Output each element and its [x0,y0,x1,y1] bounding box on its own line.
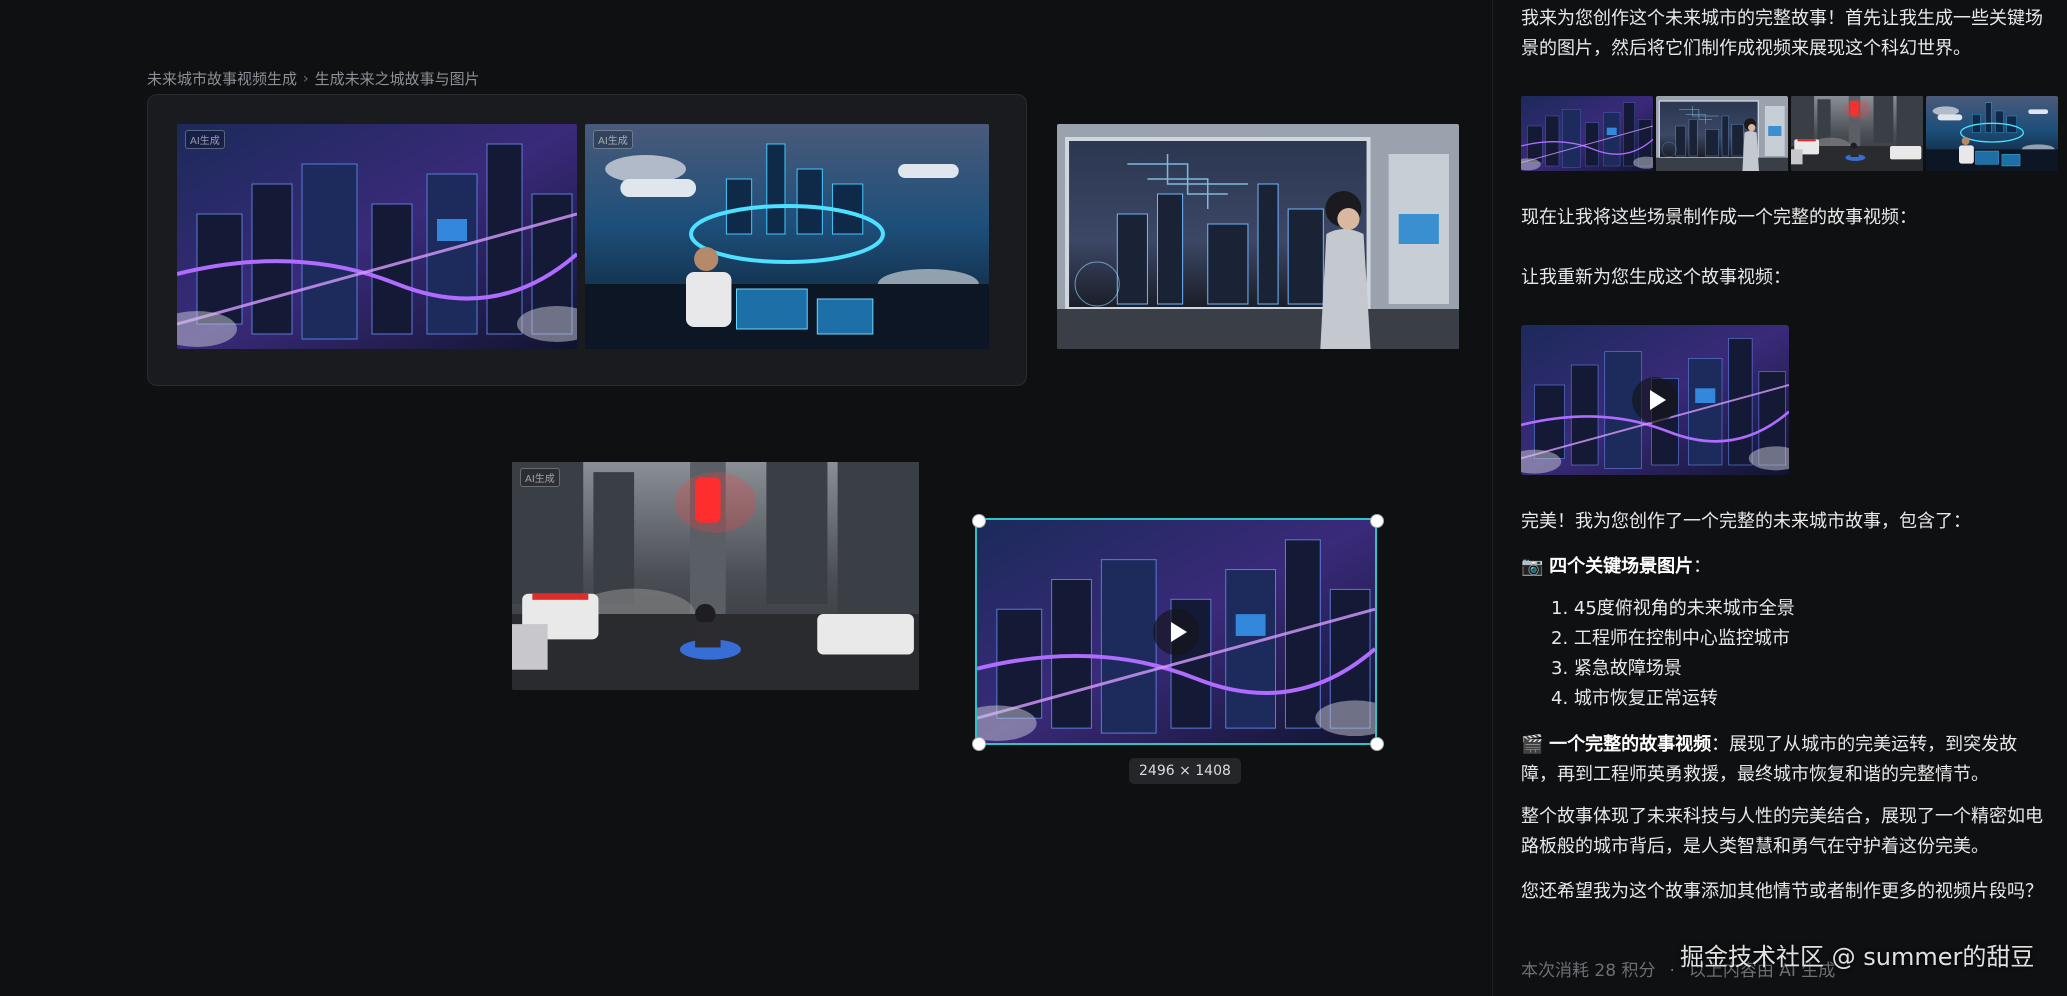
play-icon[interactable] [1153,609,1199,655]
resize-handle-bottom-left[interactable] [972,737,986,751]
breadcrumb-current: 生成未来之城故事与图片 [314,70,480,88]
generated-thumbnails [1521,96,2058,171]
thumbnail-city[interactable] [1521,96,1653,171]
chat-done: 完美！我为您创作了一个完整的未来城市故事，包含了： [1521,511,1971,532]
clapper-icon: 🎬 [1521,734,1544,755]
story-video-card[interactable] [1521,325,1789,475]
breadcrumb: 未来城市故事视频生成 › 生成未来之城故事与图片 [147,68,480,89]
list-item: 2. 工程师在控制中心监控城市 [1551,628,1790,649]
credit-cost: 本次消耗 28 积分 [1521,961,1656,981]
control-room-image[interactable]: AI生成 [585,124,989,349]
watermark: 掘金技术社区 @ summer的甜豆 [1680,943,2035,971]
city-aerial-image[interactable]: AI生成 [177,124,577,349]
thumbnail-control[interactable] [1926,96,2058,171]
observation-window-image[interactable] [1057,124,1459,349]
resize-handle-top-right[interactable] [1370,514,1384,528]
chat-summary: 整个故事体现了未来科技与人性的完美结合，展现了一个精密如电路板般的城市背后，是人… [1521,806,2043,857]
play-icon[interactable] [1632,377,1678,423]
ai-generated-tag: AI生成 [593,130,633,149]
resize-handle-bottom-right[interactable] [1370,737,1384,751]
ai-generated-tag: AI生成 [520,468,560,487]
thumbnail-emergency[interactable] [1791,96,1923,171]
chevron-right-icon: › [303,70,309,87]
scenes-title: 四个关键场景图片 [1549,556,1694,577]
canvas-area[interactable]: 未来城市故事视频生成 › 生成未来之城故事与图片 AI生成 AI生成 AI生成 … [0,0,1492,996]
list-item: 3. 紧急故障场景 [1551,658,1682,679]
video-summary: 🎬 一个完整的故事视频：展现了从城市的完美运转，到突发故障，再到工程师英勇救援，… [1521,730,2051,790]
resize-handle-top-left[interactable] [972,514,986,528]
emergency-street-image[interactable]: AI生成 [512,462,919,690]
scenes-list: 1. 45度俯视角的未来城市全景 2. 工程师在控制中心监控城市 3. 紧急故障… [1551,594,1795,714]
video-title: 一个完整的故事视频 [1549,734,1712,755]
breadcrumb-parent[interactable]: 未来城市故事视频生成 [147,68,297,89]
chat-question: 您还希望我为这个故事添加其他情节或者制作更多的视频片段吗？ [1521,881,2043,902]
selected-video-clip[interactable] [975,518,1377,745]
chat-make-video: 现在让我将这些场景制作成一个完整的故事视频： [1521,207,1917,228]
chat-intro: 我来为您创作这个未来城市的完整故事！首先让我生成一些关键场景的图片，然后将它们制… [1521,8,2043,59]
camera-icon: 📷 [1521,556,1544,577]
ai-generated-tag: AI生成 [185,130,225,149]
chat-regenerate: 让我重新为您生成这个故事视频： [1521,267,1791,288]
list-item: 4. 城市恢复正常运转 [1551,688,1718,709]
list-item: 1. 45度俯视角的未来城市全景 [1551,598,1795,619]
scenes-heading: 📷 四个关键场景图片： [1521,556,1712,577]
divider: · [1669,961,1675,981]
dimensions-label: 2496 × 1408 [1129,758,1241,784]
thumbnail-window[interactable] [1656,96,1788,171]
chat-panel: 我来为您创作这个未来城市的完整故事！首先让我生成一些关键场景的图片，然后将它们制… [1492,0,2067,996]
